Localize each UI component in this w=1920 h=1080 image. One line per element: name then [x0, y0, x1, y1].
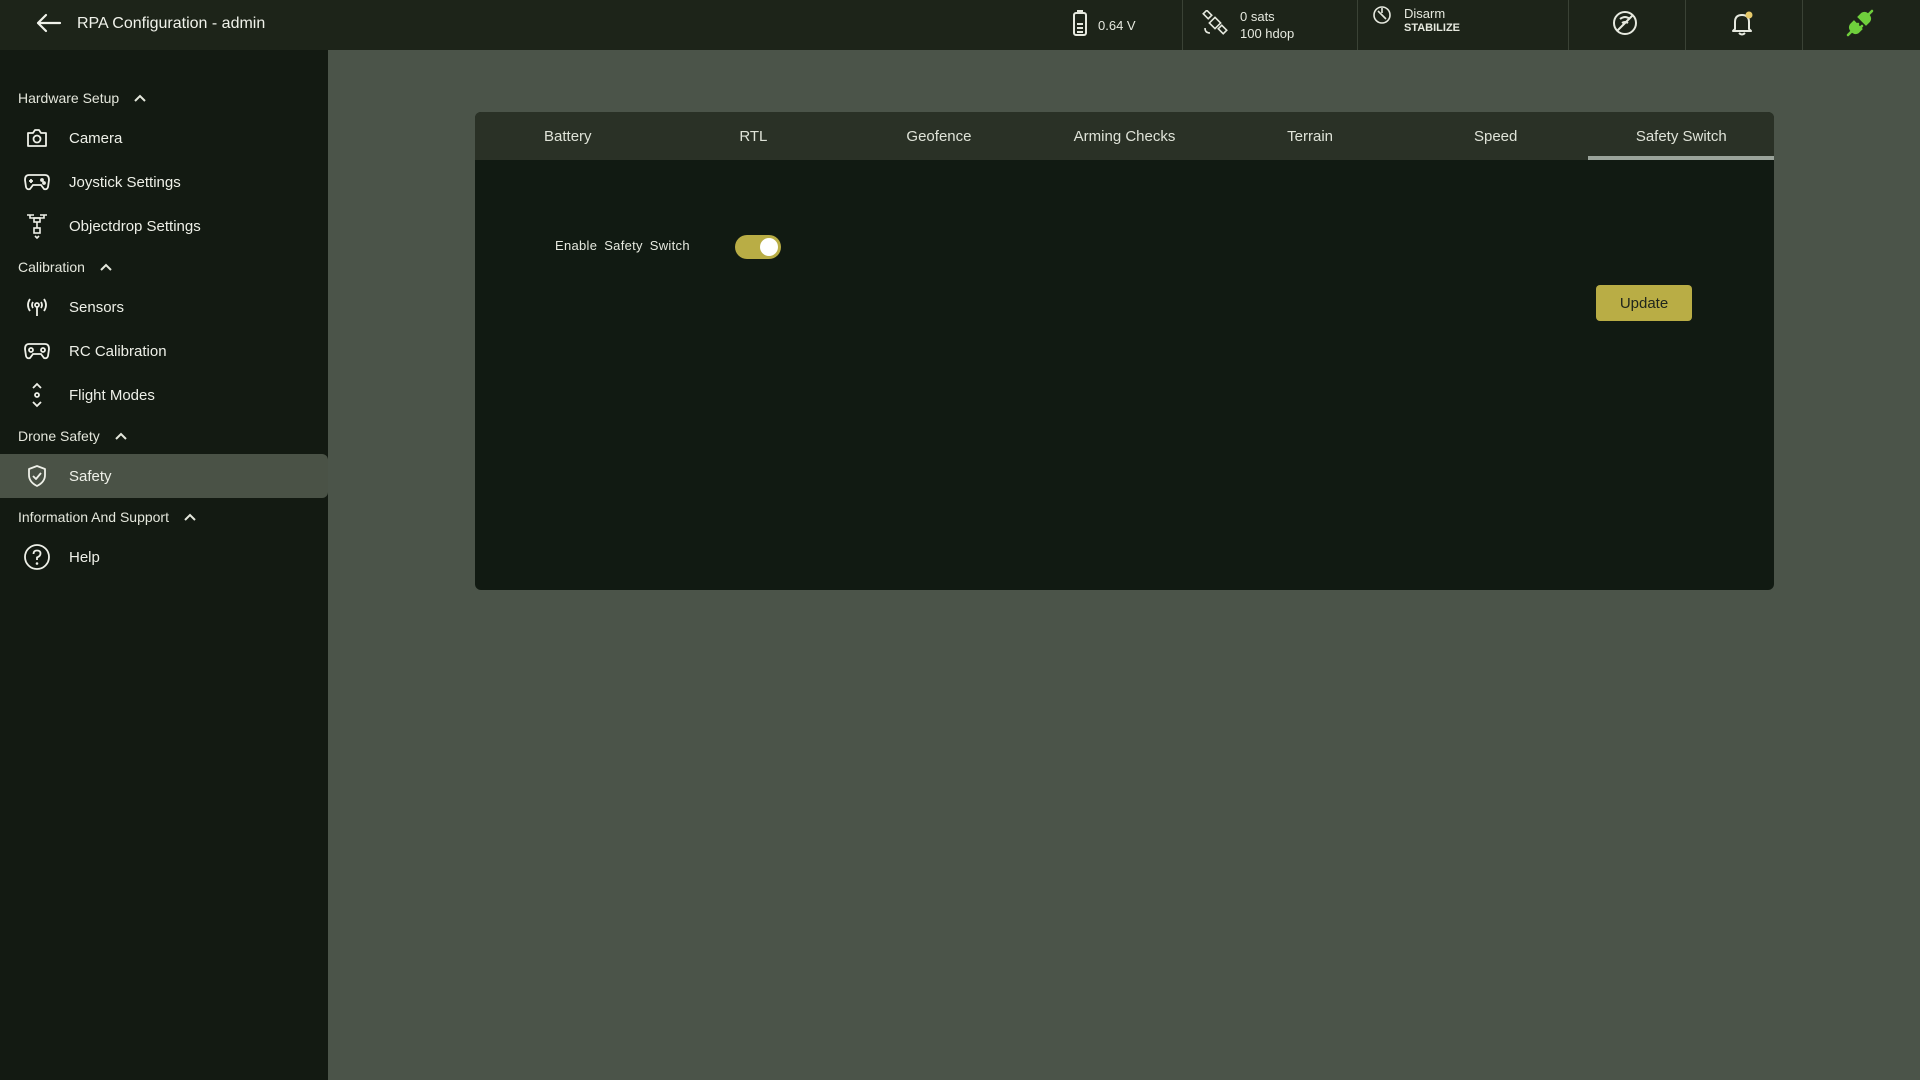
camera-icon — [22, 123, 52, 153]
chevron-up-icon — [183, 509, 197, 525]
sidebar-item-label: Sensors — [69, 298, 125, 316]
flight-mode-text: STABILIZE — [1404, 22, 1461, 34]
battery-status: 0.64 V — [1072, 0, 1136, 50]
tab-rtl[interactable]: RTL — [661, 112, 847, 160]
sidebar-item-label: Objectdrop Settings — [69, 217, 201, 235]
sidebar-item-label: Joystick Settings — [69, 173, 181, 191]
safety-settings-card: Battery RTL Geofence Arming Checks Terra… — [475, 112, 1774, 590]
help-circle-icon — [22, 542, 52, 572]
section-label: Drone Safety — [18, 428, 100, 444]
arm-status-icon — [1372, 5, 1392, 30]
satellite-icon — [1202, 8, 1228, 41]
battery-icon — [1072, 9, 1088, 42]
update-button[interactable]: Update — [1596, 285, 1692, 321]
gps-sats: 0 sats — [1240, 9, 1275, 24]
top-bar: RPA Configuration - admin 0.64 V 0 sats … — [0, 0, 1920, 50]
sensor-signal-icon — [22, 292, 52, 322]
sidebar: Hardware Setup Camera Joystick Settings … — [0, 50, 328, 1080]
sidebar-item-label: Camera — [69, 129, 123, 147]
chevron-up-icon — [114, 428, 128, 444]
shield-check-icon — [22, 461, 52, 491]
section-drone-safety[interactable]: Drone Safety — [18, 424, 128, 448]
enable-safety-switch-toggle[interactable] — [735, 235, 781, 259]
sidebar-item-label: RC Calibration — [69, 342, 167, 360]
settings-tabs: Battery RTL Geofence Arming Checks Terra… — [475, 112, 1774, 160]
flight-modes-icon — [22, 380, 52, 410]
rc-controller-icon — [22, 336, 52, 366]
back-button[interactable] — [34, 12, 64, 38]
notifications-button[interactable] — [1728, 0, 1756, 50]
sidebar-item-safety[interactable]: Safety — [0, 454, 328, 498]
divider — [1802, 0, 1803, 50]
divider — [1182, 0, 1183, 50]
divider — [1685, 0, 1686, 50]
section-information-and-support[interactable]: Information And Support — [18, 505, 197, 529]
sidebar-item-objectdrop-settings[interactable]: Objectdrop Settings — [0, 204, 328, 248]
connection-plug-icon — [1844, 7, 1876, 44]
section-label: Information And Support — [18, 509, 169, 525]
sidebar-item-label: Help — [69, 548, 100, 566]
battery-voltage: 0.64 V — [1098, 17, 1136, 33]
drone-drop-icon — [22, 211, 52, 241]
tab-terrain[interactable]: Terrain — [1217, 112, 1403, 160]
divider — [1568, 0, 1569, 50]
page-title: RPA Configuration - admin — [77, 15, 266, 32]
sidebar-item-label: Safety — [69, 467, 112, 485]
gps-status: 0 sats 100 hdop — [1202, 0, 1294, 50]
tab-battery[interactable]: Battery — [475, 112, 661, 160]
sidebar-item-help[interactable]: Help — [0, 535, 328, 579]
toggle-knob — [760, 238, 778, 256]
section-calibration[interactable]: Calibration — [18, 255, 113, 279]
sidebar-item-camera[interactable]: Camera — [0, 116, 328, 160]
no-signal-button[interactable] — [1611, 0, 1639, 50]
notification-bell-icon — [1728, 9, 1756, 42]
tab-safety-switch[interactable]: Safety Switch — [1588, 112, 1774, 160]
section-label: Hardware Setup — [18, 90, 120, 106]
sidebar-item-sensors[interactable]: Sensors — [0, 285, 328, 329]
arm-status: Disarm STABILIZE — [1372, 0, 1460, 50]
sidebar-item-rc-calibration[interactable]: RC Calibration — [0, 329, 328, 373]
enable-safety-switch-label: Enable Safety Switch — [555, 238, 690, 253]
chevron-up-icon — [133, 90, 147, 106]
tab-arming-checks[interactable]: Arming Checks — [1032, 112, 1218, 160]
tab-speed[interactable]: Speed — [1403, 112, 1589, 160]
no-signal-icon — [1611, 9, 1639, 42]
chevron-up-icon — [99, 259, 113, 275]
gps-hdop: 100 hdop — [1240, 26, 1295, 41]
divider — [1357, 0, 1358, 50]
arrow-left-icon — [36, 13, 62, 38]
section-hardware-setup[interactable]: Hardware Setup — [18, 86, 147, 110]
arm-status-text: Disarm — [1404, 6, 1446, 21]
section-label: Calibration — [18, 259, 85, 275]
sidebar-item-joystick-settings[interactable]: Joystick Settings — [0, 160, 328, 204]
gamepad-icon — [22, 167, 52, 197]
sidebar-item-flight-modes[interactable]: Flight Modes — [0, 373, 328, 417]
connection-button[interactable] — [1844, 0, 1876, 50]
tab-geofence[interactable]: Geofence — [846, 112, 1032, 160]
sidebar-item-label: Flight Modes — [69, 386, 155, 404]
